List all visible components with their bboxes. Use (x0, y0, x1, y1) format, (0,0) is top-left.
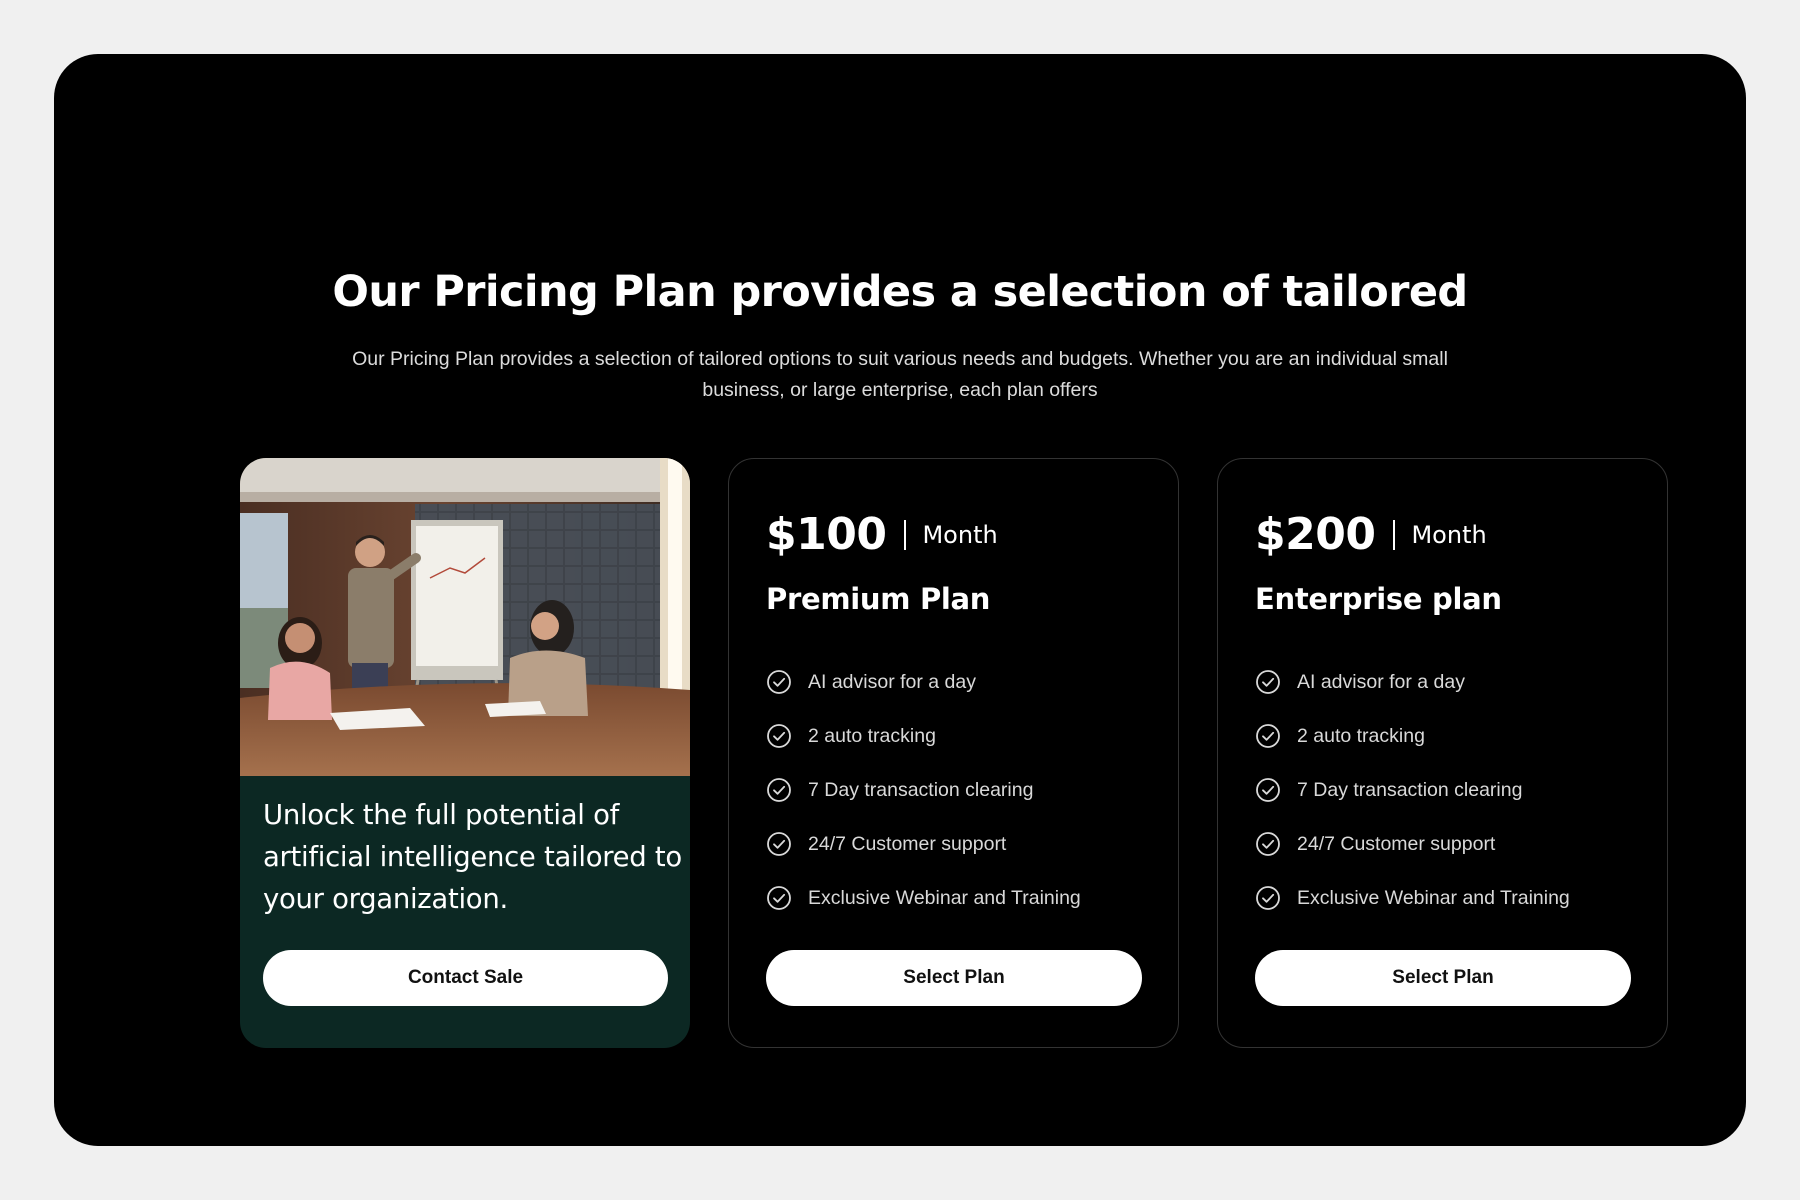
feature-item: 2 auto tracking (766, 709, 1081, 763)
feature-list: AI advisor for a day 2 auto tracking 7 D… (766, 655, 1081, 925)
page-subtitle: Our Pricing Plan provides a selection of… (352, 348, 1448, 401)
select-plan-button[interactable]: Select Plan (766, 950, 1142, 1006)
check-circle-icon (767, 778, 791, 802)
feature-label: 7 Day transaction clearing (1297, 778, 1523, 801)
feature-label: 2 auto tracking (1297, 724, 1425, 747)
check-circle-icon (767, 724, 791, 748)
promo-card: Unlock the full potential of artificial … (240, 458, 690, 1048)
price-divider (904, 520, 907, 550)
feature-label: 24/7 Customer support (808, 832, 1007, 855)
contact-sale-button[interactable]: Contact Sale (263, 950, 668, 1006)
feature-label: AI advisor for a day (1297, 670, 1465, 693)
price-row: $200 Month (1255, 507, 1487, 563)
check-circle-icon (1256, 724, 1280, 748)
check-circle-icon (1256, 832, 1280, 856)
feature-item: Exclusive Webinar and Training (1255, 871, 1570, 925)
plan-period: Month (922, 521, 998, 549)
check-circle-icon (767, 670, 791, 694)
plan-price: $200 (1255, 509, 1376, 560)
feature-item: AI advisor for a day (1255, 655, 1570, 709)
plan-price: $100 (766, 509, 887, 560)
plan-name: Enterprise plan (1255, 582, 1502, 616)
check-circle-icon (767, 886, 791, 910)
promo-description: Unlock the full potential of artificial … (263, 799, 682, 915)
feature-item: AI advisor for a day (766, 655, 1081, 709)
plan-card-premium: $100 Month Premium Plan AI advisor for a… (728, 458, 1179, 1048)
feature-item: 7 Day transaction clearing (1255, 763, 1570, 817)
check-circle-icon (767, 832, 791, 856)
feature-label: 2 auto tracking (808, 724, 936, 747)
page-title: Our Pricing Plan provides a selection of… (332, 267, 1468, 317)
check-circle-icon (1256, 670, 1280, 694)
plan-name: Premium Plan (766, 582, 991, 616)
feature-item: 24/7 Customer support (1255, 817, 1570, 871)
feature-label: Exclusive Webinar and Training (808, 886, 1081, 909)
price-divider (1393, 520, 1396, 550)
feature-label: 24/7 Customer support (1297, 832, 1496, 855)
plan-card-enterprise: $200 Month Enterprise plan AI advisor fo… (1217, 458, 1668, 1048)
price-row: $100 Month (766, 507, 998, 563)
select-plan-button[interactable]: Select Plan (1255, 950, 1631, 1006)
pricing-section: Our Pricing Plan provides a selection of… (54, 54, 1746, 1146)
meeting-photo (240, 458, 690, 776)
check-circle-icon (1256, 886, 1280, 910)
feature-label: 7 Day transaction clearing (808, 778, 1034, 801)
feature-label: Exclusive Webinar and Training (1297, 886, 1570, 909)
feature-item: Exclusive Webinar and Training (766, 871, 1081, 925)
feature-list: AI advisor for a day 2 auto tracking 7 D… (1255, 655, 1570, 925)
feature-item: 7 Day transaction clearing (766, 763, 1081, 817)
feature-item: 24/7 Customer support (766, 817, 1081, 871)
feature-item: 2 auto tracking (1255, 709, 1570, 763)
feature-label: AI advisor for a day (808, 670, 976, 693)
check-circle-icon (1256, 778, 1280, 802)
plan-period: Month (1411, 521, 1487, 549)
